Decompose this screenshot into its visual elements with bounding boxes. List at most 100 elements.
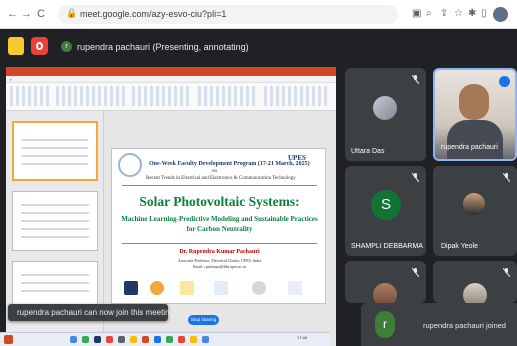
app-icon bbox=[118, 336, 125, 343]
app-icon bbox=[202, 336, 209, 343]
start-icon bbox=[4, 335, 13, 344]
address-bar[interactable]: 🔒 meet.google.com/azy-esvo-ciu?pli=1 bbox=[58, 5, 398, 24]
app-icon bbox=[154, 336, 161, 343]
thumb-line bbox=[21, 212, 89, 214]
extension-icon[interactable]: ✱ bbox=[468, 8, 476, 19]
thumb-line bbox=[22, 163, 88, 165]
ribbon-group bbox=[198, 86, 258, 106]
joined-notification: r rupendra pachauri joined bbox=[361, 303, 517, 346]
slide-divider bbox=[122, 185, 317, 186]
app-icon bbox=[142, 336, 149, 343]
address-text[interactable]: meet.google.com/azy-esvo-ciu?pli=1 bbox=[80, 9, 226, 19]
thumb-line bbox=[21, 204, 89, 206]
screen: ← → C 🔒 meet.google.com/azy-esvo-ciu?pli… bbox=[0, 0, 517, 346]
participant-tile-active[interactable]: rupendra pachauri bbox=[433, 68, 517, 161]
participant-name: SHAMPLI DEBBARMA bbox=[351, 243, 423, 250]
app-icon bbox=[94, 336, 101, 343]
participant-body bbox=[447, 120, 503, 159]
app-icon bbox=[70, 336, 77, 343]
thumb-line bbox=[21, 236, 89, 238]
participant-name: Uttara Das bbox=[351, 148, 385, 155]
join-toast-text: rupendra pachauri can now join this meet… bbox=[17, 308, 174, 317]
slide-thumbnail[interactable] bbox=[12, 191, 98, 251]
participant-tile[interactable]: Dipak Yeole bbox=[433, 166, 517, 256]
mic-off-icon bbox=[503, 268, 510, 277]
joined-text: rupendra pachauri joined bbox=[423, 321, 506, 330]
current-slide: UPES One-Week Faculty Development Progra… bbox=[111, 148, 326, 304]
app-icon bbox=[190, 336, 197, 343]
presenter-banner: rupendra pachauri (Presenting, annotatin… bbox=[77, 42, 249, 52]
slide-program: One-Week Faculty Development Program (17… bbox=[149, 161, 310, 167]
app-icon bbox=[130, 336, 137, 343]
star-icon[interactable]: ☆ bbox=[454, 8, 463, 19]
avatar bbox=[463, 193, 485, 215]
avatar bbox=[373, 283, 397, 303]
stop-sharing-button[interactable]: Stop sharing bbox=[188, 315, 219, 325]
participant-name: Dipak Yeole bbox=[441, 243, 478, 250]
ppt-ribbon bbox=[6, 83, 336, 111]
recording-button[interactable] bbox=[31, 37, 48, 55]
participant-tile[interactable]: S SHAMPLI DEBBARMA bbox=[345, 166, 426, 256]
thumb-line bbox=[22, 139, 88, 141]
shared-taskbar: 17:48 bbox=[0, 332, 330, 346]
reload-icon[interactable]: C bbox=[37, 8, 45, 20]
cast-icon[interactable]: ▣ bbox=[412, 8, 421, 19]
share-icon[interactable]: ⇪ bbox=[440, 8, 448, 19]
mic-off-icon bbox=[412, 75, 419, 84]
participant-tile[interactable] bbox=[433, 261, 517, 303]
app-icon bbox=[82, 336, 89, 343]
back-icon[interactable]: ← bbox=[7, 8, 18, 20]
award-logo-icon bbox=[150, 281, 164, 295]
slide-thumbnail[interactable] bbox=[12, 121, 98, 181]
participant-tile[interactable] bbox=[345, 261, 426, 303]
profile-avatar[interactable] bbox=[493, 7, 508, 22]
mic-off-icon bbox=[412, 173, 419, 182]
avatar bbox=[463, 283, 487, 303]
avatar bbox=[373, 96, 397, 120]
ribbon-group bbox=[56, 86, 126, 106]
thumb-line bbox=[21, 282, 89, 284]
nirf-logo-icon bbox=[124, 281, 138, 295]
search-icon[interactable]: ⌕ bbox=[426, 8, 432, 19]
browser-toolbar: ← → C 🔒 meet.google.com/azy-esvo-ciu?pli… bbox=[0, 0, 517, 29]
raise-hand-button[interactable] bbox=[8, 37, 24, 55]
slide-subheading-2: for Carbon Neutrality bbox=[186, 225, 253, 233]
more-options-icon[interactable] bbox=[499, 76, 510, 87]
ppt-menu-item: ▪ bbox=[10, 77, 12, 82]
participant-tile[interactable]: Uttara Das bbox=[345, 68, 426, 161]
slide-speaker: Dr. Rupendra Kumar Pachauri bbox=[179, 249, 260, 255]
record-icon bbox=[36, 42, 43, 50]
slide-speaker-email: Email: rpachauri@ddn.upes.ac.in bbox=[192, 264, 247, 269]
qs-logo-icon bbox=[288, 281, 302, 295]
mic-off-icon bbox=[503, 173, 510, 182]
slide-on: on bbox=[212, 169, 217, 174]
ppt-title-bar bbox=[6, 67, 336, 76]
app-icon bbox=[106, 336, 113, 343]
slide-subheading-1: Machine Learning-Predictive Modeling and… bbox=[121, 215, 318, 223]
mic-off-icon bbox=[412, 268, 419, 277]
medal-logo-icon bbox=[252, 281, 266, 295]
accreditation-logo-icon bbox=[180, 281, 194, 295]
fdp-logo-icon bbox=[118, 153, 142, 177]
thumb-line bbox=[22, 155, 88, 157]
ribbon-group bbox=[10, 86, 50, 106]
thumb-line bbox=[21, 228, 89, 230]
thumb-line bbox=[21, 290, 89, 292]
forward-icon[interactable]: → bbox=[21, 8, 32, 20]
slide-speaker-role: Associate Professor, Electrical Cluster,… bbox=[177, 258, 262, 263]
ribbon-group bbox=[132, 86, 192, 106]
slide-topic: Recent Trends in Electrical and Electron… bbox=[146, 176, 296, 181]
ranking-logo-icon bbox=[214, 281, 228, 295]
thumb-line bbox=[22, 147, 88, 149]
thumb-line bbox=[21, 220, 89, 222]
participant-face bbox=[459, 84, 489, 120]
slide-heading: Solar Photovoltaic Systems: bbox=[139, 194, 300, 209]
sidebar-icon[interactable]: ▯ bbox=[481, 8, 487, 19]
slide-divider bbox=[122, 243, 317, 244]
presenter-avatar: r bbox=[61, 41, 72, 52]
join-toast: rupendra pachauri can now join this meet… bbox=[8, 304, 174, 321]
participant-name: rupendra pachauri bbox=[441, 144, 498, 151]
taskbar-clock: 17:48 bbox=[297, 335, 308, 340]
app-icon bbox=[166, 336, 173, 343]
thumb-line bbox=[21, 274, 89, 276]
